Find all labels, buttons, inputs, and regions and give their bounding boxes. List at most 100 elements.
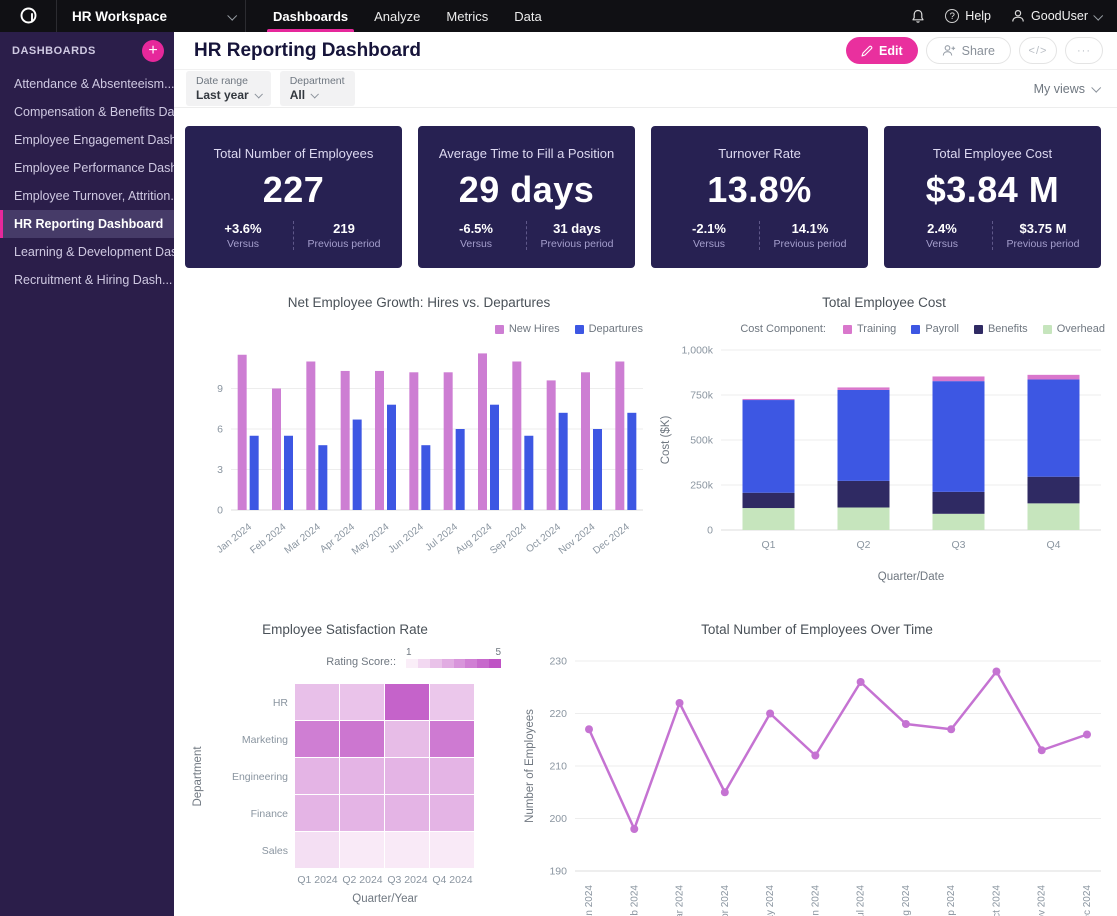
workspace-selector[interactable]: HR Workspace — [57, 0, 246, 32]
legend-item-new-hires[interactable]: New Hires — [495, 323, 560, 335]
heatmap-cell[interactable] — [340, 795, 384, 831]
heatmap-cell[interactable] — [385, 758, 429, 794]
stack-segment-overhead[interactable] — [1028, 503, 1080, 530]
heatmap-cell[interactable] — [385, 721, 429, 757]
stack-segment-overhead[interactable] — [838, 508, 890, 531]
notifications-button[interactable] — [911, 9, 925, 24]
data-point[interactable] — [992, 668, 1000, 676]
heatmap-cell[interactable] — [340, 758, 384, 794]
tab-metrics[interactable]: Metrics — [433, 0, 501, 32]
tab-analyze[interactable]: Analyze — [361, 0, 433, 32]
bar-departures[interactable] — [421, 445, 430, 510]
stack-segment-training[interactable] — [1028, 375, 1080, 380]
user-menu[interactable]: GoodUser — [1011, 9, 1101, 23]
sidebar-item-turnover[interactable]: Employee Turnover, Attrition... — [0, 182, 174, 210]
stack-segment-payroll[interactable] — [933, 381, 985, 492]
sidebar-item-attendance[interactable]: Attendance & Absenteeism... — [0, 70, 174, 98]
stack-segment-payroll[interactable] — [838, 390, 890, 481]
heatmap-cell[interactable] — [430, 832, 474, 868]
net-growth-chart-plot[interactable]: 0369Jan 2024Feb 2024Mar 2024Apr 2024May … — [185, 342, 653, 562]
kpi-time-to-fill[interactable]: Average Time to Fill a Position 29 days … — [418, 126, 635, 268]
data-point[interactable] — [630, 825, 638, 833]
heatmap-cell[interactable] — [385, 832, 429, 868]
bar-new-hires[interactable] — [547, 380, 556, 510]
data-point[interactable] — [721, 788, 729, 796]
heatmap-cell[interactable] — [295, 832, 339, 868]
satisfaction-heatmap-plot[interactable]: HRMarketingEngineeringFinanceSalesQ1 202… — [185, 678, 505, 910]
department-filter[interactable]: Department All — [280, 71, 355, 106]
bar-departures[interactable] — [250, 436, 259, 510]
bar-new-hires[interactable] — [375, 371, 384, 510]
bar-new-hires[interactable] — [409, 372, 418, 510]
stack-segment-training[interactable] — [933, 376, 985, 381]
stack-segment-benefits[interactable] — [743, 493, 795, 508]
sidebar-item-recruitment[interactable]: Recruitment & Hiring Dash... — [0, 266, 174, 294]
bar-new-hires[interactable] — [444, 372, 453, 510]
stack-segment-benefits[interactable] — [838, 481, 890, 508]
heatmap-cell[interactable] — [430, 721, 474, 757]
bar-departures[interactable] — [284, 436, 293, 510]
data-point[interactable] — [947, 725, 955, 733]
employee-cost-chart-plot[interactable]: 0250k500k750k1,000kQ1Q2Q3Q4Quarter/DateC… — [653, 342, 1115, 590]
heatmap-cell[interactable] — [385, 795, 429, 831]
my-views-dropdown[interactable]: My views — [1034, 82, 1099, 96]
edit-button[interactable]: Edit — [846, 37, 918, 64]
heatmap-cell[interactable] — [430, 758, 474, 794]
bar-departures[interactable] — [318, 445, 327, 510]
legend-item-departures[interactable]: Departures — [575, 323, 643, 335]
data-point[interactable] — [766, 710, 774, 718]
data-point[interactable] — [676, 699, 684, 707]
heatmap-cell[interactable] — [295, 758, 339, 794]
legend-item-benefits[interactable]: Benefits — [974, 323, 1028, 335]
stack-segment-benefits[interactable] — [1028, 477, 1080, 504]
legend-item-overhead[interactable]: Overhead — [1043, 323, 1105, 335]
add-dashboard-button[interactable]: + — [142, 40, 164, 62]
bar-departures[interactable] — [559, 413, 568, 510]
heatmap-cell[interactable] — [295, 721, 339, 757]
bar-new-hires[interactable] — [341, 371, 350, 510]
heatmap-cell[interactable] — [340, 721, 384, 757]
gooddata-logo[interactable] — [0, 0, 57, 32]
embed-code-button[interactable]: </> — [1019, 37, 1057, 64]
bar-departures[interactable] — [353, 420, 362, 510]
tab-data[interactable]: Data — [501, 0, 554, 32]
stack-segment-training[interactable] — [838, 387, 890, 390]
bar-new-hires[interactable] — [581, 372, 590, 510]
kpi-total-cost[interactable]: Total Employee Cost $3.84 M 2.4%Versus $… — [884, 126, 1101, 268]
stack-segment-payroll[interactable] — [1028, 380, 1080, 477]
bar-departures[interactable] — [627, 413, 636, 510]
data-point[interactable] — [1038, 746, 1046, 754]
heatmap-cell[interactable] — [295, 795, 339, 831]
more-options-button[interactable]: ··· — [1065, 37, 1103, 64]
bar-new-hires[interactable] — [512, 362, 521, 511]
heatmap-cell[interactable] — [295, 684, 339, 720]
sidebar-item-learning[interactable]: Learning & Development Dash... — [0, 238, 174, 266]
bar-departures[interactable] — [387, 405, 396, 510]
sidebar-item-hr-reporting[interactable]: HR Reporting Dashboard — [0, 210, 174, 238]
bar-departures[interactable] — [456, 429, 465, 510]
kpi-turnover-rate[interactable]: Turnover Rate 13.8% -2.1%Versus 14.1%Pre… — [651, 126, 868, 268]
help-menu[interactable]: ? Help — [945, 9, 991, 23]
sidebar-item-compensation[interactable]: Compensation & Benefits Dash... — [0, 98, 174, 126]
stack-segment-benefits[interactable] — [933, 492, 985, 514]
bar-new-hires[interactable] — [272, 389, 281, 511]
stack-segment-training[interactable] — [743, 399, 795, 400]
bar-departures[interactable] — [490, 405, 499, 510]
heatmap-cell[interactable] — [430, 684, 474, 720]
stack-segment-payroll[interactable] — [743, 400, 795, 493]
data-point[interactable] — [857, 678, 865, 686]
heatmap-cell[interactable] — [430, 795, 474, 831]
employees-over-time-plot[interactable]: 190200210220230Jan 2024Feb 2024Mar 2024A… — [517, 651, 1117, 916]
bar-new-hires[interactable] — [478, 353, 487, 510]
bar-departures[interactable] — [593, 429, 602, 510]
data-point[interactable] — [902, 720, 910, 728]
legend-item-training[interactable]: Training — [843, 323, 896, 335]
kpi-total-employees[interactable]: Total Number of Employees 227 +3.6%Versu… — [185, 126, 402, 268]
data-point[interactable] — [811, 752, 819, 760]
date-range-filter[interactable]: Date range Last year — [186, 71, 271, 106]
bar-new-hires[interactable] — [238, 355, 247, 510]
bar-departures[interactable] — [524, 436, 533, 510]
employees-line-series[interactable] — [589, 672, 1087, 830]
heatmap-cell[interactable] — [340, 832, 384, 868]
tab-dashboards[interactable]: Dashboards — [260, 0, 361, 32]
